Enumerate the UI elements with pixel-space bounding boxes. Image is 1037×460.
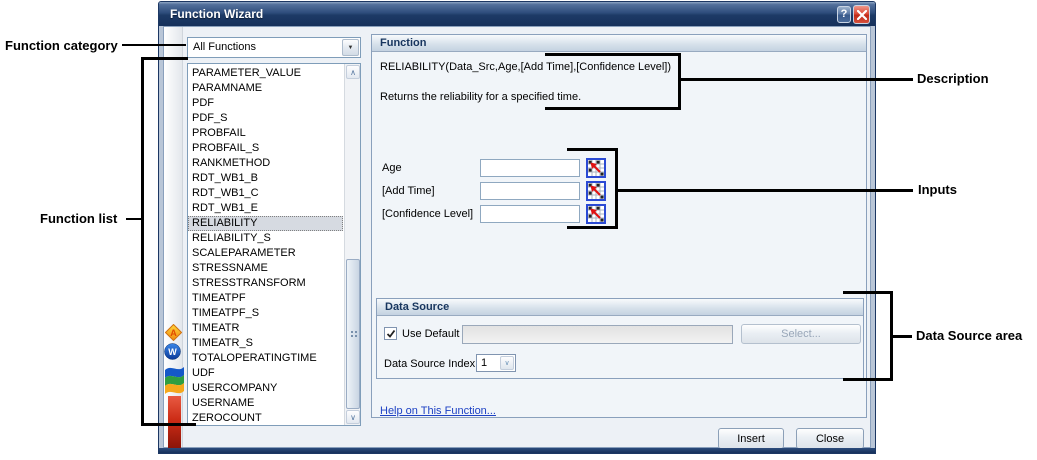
data-source-area-annotation: Data Source area xyxy=(916,328,1022,343)
inputs-bracket-top xyxy=(567,148,618,151)
scrollbar-thumb[interactable] xyxy=(346,259,360,409)
list-item[interactable]: ZEROCOUNT xyxy=(188,411,343,426)
function-group-title: Function xyxy=(380,37,426,49)
default-data-source-field xyxy=(462,325,733,344)
function-list-bracket-vertical xyxy=(141,57,144,426)
list-item[interactable]: TIMEATPF_S xyxy=(188,306,343,321)
add-time-label: [Add Time] xyxy=(382,185,435,197)
help-on-function-link[interactable]: Help on This Function... xyxy=(380,405,496,417)
weibull-logo-icon: W xyxy=(164,343,181,360)
function-description: Returns the reliability for a specified … xyxy=(380,91,581,103)
list-item[interactable]: RDT_WB1_E xyxy=(188,201,343,216)
description-annotation: Description xyxy=(917,71,989,86)
scroll-up-icon[interactable]: ∧ xyxy=(346,65,360,79)
data-source-group: Data Source Use Default Select... Data S… xyxy=(376,298,864,379)
list-item[interactable]: PDF_S xyxy=(188,111,343,126)
list-item[interactable]: PROBFAIL_S xyxy=(188,141,343,156)
list-item[interactable]: RELIABILITY_S xyxy=(188,231,343,246)
function-category-annotation: Function category xyxy=(5,38,118,53)
description-bracket-right xyxy=(678,53,681,110)
list-item[interactable]: PARAMNAME xyxy=(188,81,343,96)
list-item-selected[interactable]: RELIABILITY xyxy=(188,216,343,231)
list-item[interactable]: PARAMETER_VALUE xyxy=(188,66,343,81)
list-item[interactable]: STRESSNAME xyxy=(188,261,343,276)
function-group-header: Function xyxy=(372,35,866,52)
list-item[interactable]: PROBFAIL xyxy=(188,126,343,141)
list-item[interactable]: PDF xyxy=(188,96,343,111)
select-button[interactable]: Select... xyxy=(741,324,861,344)
svg-text:W: W xyxy=(168,347,177,357)
list-item[interactable]: RANKMETHOD xyxy=(188,156,343,171)
category-value: All Functions xyxy=(193,41,256,53)
data-source-bracket-top xyxy=(843,291,893,294)
help-icon[interactable]: ? xyxy=(837,6,851,23)
index-value: 1 xyxy=(481,357,487,369)
description-bracket-bottom xyxy=(545,107,681,110)
description-bracket-top xyxy=(545,53,681,56)
description-callout-line xyxy=(681,78,913,81)
svg-text:A: A xyxy=(170,328,177,338)
data-source-bracket-bottom xyxy=(843,378,893,381)
data-source-callout-line xyxy=(893,335,912,338)
thumb-grip-icon xyxy=(351,331,353,333)
chevron-down-icon[interactable]: ▼ xyxy=(342,39,359,56)
scroll-down-icon[interactable]: ∨ xyxy=(346,410,360,424)
confidence-level-label: [Confidence Level] xyxy=(382,208,473,220)
data-source-index-label: Data Source Index xyxy=(384,358,475,370)
function-group: Function RELIABILITY(Data_Src,Age,[Add T… xyxy=(371,34,867,418)
use-default-checkbox[interactable] xyxy=(384,327,397,340)
confidence-level-input[interactable] xyxy=(480,205,580,223)
inputs-callout-line xyxy=(618,189,913,192)
function-category-callout-line xyxy=(122,44,186,46)
list-item[interactable]: TIMEATPF xyxy=(188,291,343,306)
title-bar[interactable]: Function Wizard ? xyxy=(159,2,875,26)
close-button[interactable]: Close xyxy=(796,428,864,449)
reliasoft-wave-logo-icon xyxy=(165,362,184,396)
add-time-input[interactable] xyxy=(480,182,580,200)
list-item[interactable]: RDT_WB1_B xyxy=(188,171,343,186)
age-input[interactable] xyxy=(480,159,580,177)
dialog-title: Function Wizard xyxy=(170,7,263,21)
inputs-annotation: Inputs xyxy=(918,182,957,197)
brand-strip: A W xyxy=(164,27,183,447)
function-list-bracket-top xyxy=(144,57,188,60)
use-default-label: Use Default xyxy=(402,328,459,340)
function-list-annotation: Function list xyxy=(40,211,117,226)
cell-reference-icon[interactable] xyxy=(586,158,606,178)
list-item[interactable]: SCALEPARAMETER xyxy=(188,246,343,261)
list-item[interactable]: USERNAME xyxy=(188,396,343,411)
close-icon[interactable] xyxy=(853,5,870,24)
list-item[interactable]: RDT_WB1_C xyxy=(188,186,343,201)
chevron-down-icon[interactable]: ∨ xyxy=(500,356,514,370)
list-item[interactable]: UDF xyxy=(188,366,343,381)
dialog-body: A W All Functions ▼ PARAMETER_VALUE xyxy=(163,26,871,448)
list-item[interactable]: TIMEATR xyxy=(188,321,343,336)
check-icon xyxy=(386,329,396,339)
data-source-index-dropdown[interactable]: 1 ∨ xyxy=(476,354,516,372)
insert-button[interactable]: Insert xyxy=(718,428,784,449)
function-signature: RELIABILITY(Data_Src,Age,[Add Time],[Con… xyxy=(380,61,671,73)
inputs-bracket-bottom xyxy=(567,226,618,229)
list-item[interactable]: TOTALOPERATINGTIME xyxy=(188,351,343,366)
list-item[interactable]: STRESSTRANSFORM xyxy=(188,276,343,291)
function-list-callout-line xyxy=(126,218,142,220)
function-list-bracket-bottom xyxy=(144,423,196,426)
data-source-title: Data Source xyxy=(385,301,449,313)
list-item[interactable]: TIMEATR_S xyxy=(188,336,343,351)
function-list[interactable]: PARAMETER_VALUE PARAMNAME PDF PDF_S PROB… xyxy=(187,63,361,426)
function-wizard-dialog: Function Wizard ? A W xyxy=(158,1,876,454)
cell-reference-icon[interactable] xyxy=(586,181,606,201)
alta-logo-icon: A xyxy=(165,324,182,341)
function-category-dropdown[interactable]: All Functions ▼ xyxy=(187,37,361,58)
data-source-header: Data Source xyxy=(377,299,863,316)
list-scrollbar[interactable]: ∧ ∨ xyxy=(344,64,360,425)
cell-reference-icon[interactable] xyxy=(586,204,606,224)
age-label: Age xyxy=(382,162,402,174)
list-item[interactable]: USERCOMPANY xyxy=(188,381,343,396)
